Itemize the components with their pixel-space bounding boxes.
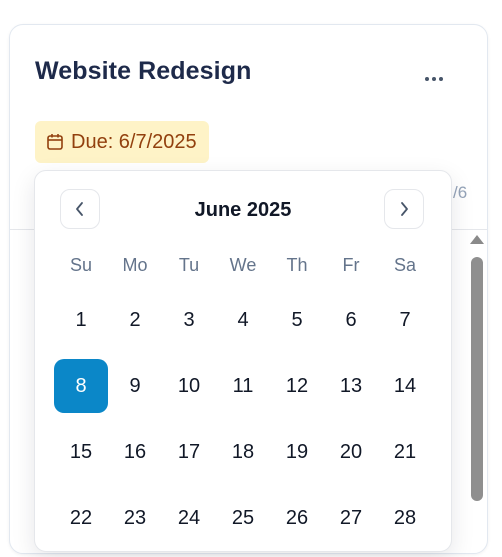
day-cell[interactable]: 19 [270, 425, 324, 479]
day-cell[interactable]: 22 [54, 491, 108, 545]
day-cell[interactable]: 9 [108, 359, 162, 413]
weekday-label: Fr [342, 255, 360, 275]
day-grid: 1 2 3 4 5 6 7 8 9 10 11 12 13 14 15 16 17 18 19 20 21 22 23 24 2… [54, 293, 432, 557]
weekday-header: Su Mo Tu We Th Fr Sa [54, 255, 432, 276]
card-title: Website Redesign [35, 57, 252, 85]
weekday-label: Mo [122, 255, 148, 275]
weekday-label: We [229, 255, 257, 275]
weekday-label: Su [69, 255, 93, 275]
day-cell[interactable]: 11 [216, 359, 270, 413]
day-cell[interactable]: 18 [216, 425, 270, 479]
day-cell-selected[interactable]: 8 [54, 359, 108, 413]
day-cell[interactable]: 6 [324, 293, 378, 347]
date-picker-popover: June 2025 Su Mo Tu We Th Fr Sa 123456789… [34, 170, 452, 552]
day-cell[interactable]: 4 [216, 293, 270, 347]
chevron-right-icon [401, 202, 408, 216]
day-cell[interactable]: 27 [324, 491, 378, 545]
day-cell[interactable]: 10 [162, 359, 216, 413]
day-cell[interactable]: 16 [108, 425, 162, 479]
day-cell[interactable]: 5 [270, 293, 324, 347]
day-cell[interactable]: 14 [378, 359, 432, 413]
scroll-thumb[interactable] [471, 257, 483, 501]
day-cell[interactable]: 12 [270, 359, 324, 413]
due-date-badge[interactable]: Due: 6/7/2025 [35, 121, 209, 163]
scrollbar[interactable] [470, 235, 484, 535]
due-date-label: Due: 6/7/2025 [71, 130, 197, 153]
day-cell[interactable]: 21 [378, 425, 432, 479]
next-month-button[interactable] [384, 189, 424, 229]
day-cell[interactable]: 20 [324, 425, 378, 479]
day-cell[interactable]: 3 [162, 293, 216, 347]
day-cell[interactable]: 1 [54, 293, 108, 347]
day-cell[interactable]: 2 [108, 293, 162, 347]
more-dot [432, 77, 436, 81]
weekday-label: Sa [393, 255, 417, 275]
day-cell[interactable]: 15 [54, 425, 108, 479]
day-cell[interactable]: 25 [216, 491, 270, 545]
calendar-icon [47, 134, 63, 150]
scroll-up-arrow-icon[interactable] [470, 235, 484, 244]
day-cell[interactable]: 26 [270, 491, 324, 545]
more-dots-icon [425, 77, 429, 81]
day-cell[interactable]: 23 [108, 491, 162, 545]
day-cell[interactable]: 24 [162, 491, 216, 545]
weekday-label: Tu [178, 255, 200, 275]
day-cell[interactable]: 17 [162, 425, 216, 479]
more-dot [439, 77, 443, 81]
day-cell[interactable]: 13 [324, 359, 378, 413]
partial-text: /6 [453, 183, 468, 202]
day-cell[interactable]: 7 [378, 293, 432, 347]
weekday-label: Th [286, 255, 308, 275]
more-options-button[interactable] [418, 65, 450, 93]
day-cell[interactable]: 28 [378, 491, 432, 545]
